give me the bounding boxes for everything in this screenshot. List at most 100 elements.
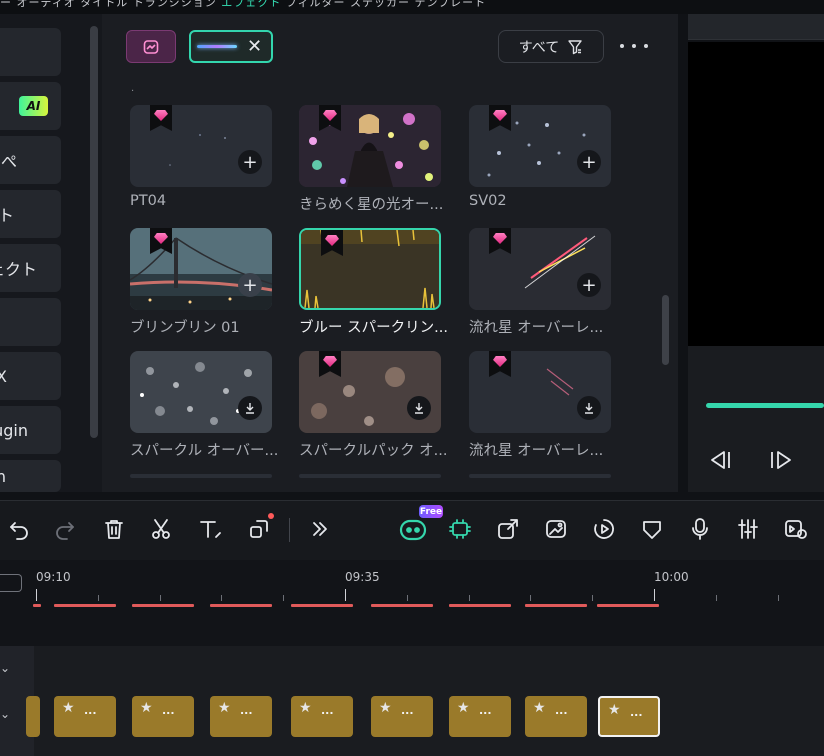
minor-tick: [407, 595, 408, 601]
filter-label: すべて: [518, 39, 560, 56]
effect-card-label: 流れ星 オーバーレ...: [469, 320, 604, 336]
effect-card-bling-bridge[interactable]: +: [130, 228, 272, 310]
playback-progress-bar[interactable]: [706, 403, 824, 408]
auto-caption-icon[interactable]: [447, 516, 473, 542]
tab-others-after[interactable]: フィルター ステッカー テンプレート: [281, 0, 486, 9]
export-clip-icon[interactable]: [495, 516, 521, 542]
download-icon[interactable]: [407, 396, 431, 420]
effect-card-blue-sparkling[interactable]: [299, 228, 441, 310]
sidebar-item-2[interactable]: ぺ: [0, 136, 61, 184]
store-button[interactable]: [126, 30, 176, 63]
sidebar-scrollbar[interactable]: [90, 26, 98, 438]
time-label: 09:35: [345, 570, 380, 584]
effect-clip[interactable]: [26, 696, 40, 737]
time-label: 10:00: [654, 570, 689, 584]
delete-icon[interactable]: [101, 516, 127, 542]
filter-dropdown-button[interactable]: すべて: [498, 30, 604, 63]
minor-tick: [592, 595, 593, 601]
effect-star-icon: ★: [457, 700, 470, 716]
effect-clip[interactable]: ★...: [132, 696, 194, 737]
sidebar-item-label: ェクト: [0, 260, 37, 279]
clip-label: ...: [321, 704, 334, 717]
sidebar-item-plugin[interactable]: ugin: [0, 406, 61, 454]
clip-label: ...: [240, 704, 253, 717]
tab-others-before[interactable]: ー オーディオ タイトル トランジション: [0, 0, 221, 9]
effect-card-sparkle-pack[interactable]: [299, 351, 441, 433]
render-marker: [371, 604, 433, 607]
expand-more-icon[interactable]: [307, 516, 333, 542]
cut-icon[interactable]: [148, 516, 174, 542]
sidebar-item-8[interactable]: n: [0, 460, 61, 492]
microphone-icon[interactable]: [687, 516, 713, 542]
track-collapse-icon[interactable]: ⌄: [0, 661, 10, 675]
text-icon[interactable]: [197, 516, 223, 542]
store-icon: [143, 39, 159, 54]
speed-icon[interactable]: [591, 516, 617, 542]
preview-settings-icon[interactable]: [783, 516, 809, 542]
filter-icon: [568, 39, 582, 54]
effect-star-icon: ★: [62, 700, 75, 716]
close-icon[interactable]: ✕: [247, 37, 262, 56]
render-marker: [33, 604, 41, 607]
sidebar-item-0[interactable]: [0, 28, 61, 76]
effect-card-shooting-star[interactable]: +: [469, 228, 611, 310]
render-marker: [291, 604, 353, 607]
add-icon[interactable]: +: [577, 273, 601, 297]
audio-mixer-icon[interactable]: [735, 516, 761, 542]
effect-clip[interactable]: ★...: [210, 696, 272, 737]
sidebar-item-3[interactable]: ット: [0, 190, 61, 238]
sidebar-item-ai[interactable]: AI: [0, 82, 61, 130]
sidebar-item-label: n: [0, 466, 6, 486]
image-edit-icon[interactable]: [543, 516, 569, 542]
effect-clip[interactable]: ★...: [371, 696, 433, 737]
track-collapse-icon[interactable]: ⌄: [0, 707, 10, 721]
effect-star-icon: ★: [299, 700, 312, 716]
effect-card-pt04[interactable]: +: [130, 105, 272, 187]
effect-card-label: きらめく星の光オー...: [299, 197, 444, 213]
toolbar-divider: [289, 518, 290, 542]
browser-scrollbar[interactable]: [662, 295, 669, 365]
effect-star-icon: ★: [379, 700, 392, 716]
effect-clip[interactable]: ★...: [449, 696, 511, 737]
download-icon[interactable]: [577, 396, 601, 420]
effect-card-label: スパークルパック オ...: [299, 443, 448, 459]
effect-card-sv02[interactable]: +: [469, 105, 611, 187]
tab-effects[interactable]: エフェクト: [221, 0, 281, 9]
ai-copilot-icon[interactable]: [398, 514, 428, 544]
mask-icon[interactable]: [639, 516, 665, 542]
add-icon[interactable]: +: [238, 273, 262, 297]
download-icon[interactable]: [238, 396, 262, 420]
add-icon[interactable]: +: [577, 150, 601, 174]
sidebar-item-4[interactable]: ェクト: [0, 244, 61, 292]
undo-icon[interactable]: [6, 516, 32, 542]
minor-tick: [716, 595, 717, 601]
redo-icon[interactable]: [52, 516, 78, 542]
effect-card-sparkle-stars[interactable]: [299, 105, 441, 187]
render-marker: [525, 604, 587, 607]
crop-icon[interactable]: [246, 516, 272, 542]
sidebar-item-5[interactable]: [0, 298, 61, 346]
filter-preview-line: [197, 45, 237, 48]
active-filter-chip[interactable]: ✕: [189, 30, 273, 63]
effect-clip[interactable]: ★...: [54, 696, 116, 737]
effect-star-icon: ★: [218, 700, 231, 716]
effect-card-label: SV02: [469, 193, 507, 209]
sidebar-item-6[interactable]: X: [0, 352, 61, 400]
next-frame-icon[interactable]: [768, 449, 794, 475]
effect-star-icon: ★: [533, 700, 546, 716]
more-options-icon[interactable]: [620, 38, 648, 54]
track-zoom-icon[interactable]: [0, 574, 22, 592]
effect-card-shooting-star-2[interactable]: [469, 351, 611, 433]
effect-clip[interactable]: ★...: [291, 696, 353, 737]
minor-tick: [469, 595, 470, 601]
top-tab-strip: ー オーディオ タイトル トランジション エフェクト フィルター ステッカー テ…: [0, 0, 824, 14]
effect-card-label: ブリンブリン 01: [130, 320, 240, 336]
effect-clip[interactable]: ★...: [525, 696, 587, 737]
timeline-ruler[interactable]: [0, 560, 824, 646]
effect-clip-selected[interactable]: ★...: [598, 696, 660, 737]
add-icon[interactable]: +: [238, 150, 262, 174]
major-tick: [654, 589, 655, 601]
tab-row[interactable]: ー オーディオ タイトル トランジション エフェクト フィルター ステッカー テ…: [0, 0, 486, 10]
previous-frame-icon[interactable]: [708, 449, 734, 475]
effect-card-sparkle-overlay[interactable]: [130, 351, 272, 433]
